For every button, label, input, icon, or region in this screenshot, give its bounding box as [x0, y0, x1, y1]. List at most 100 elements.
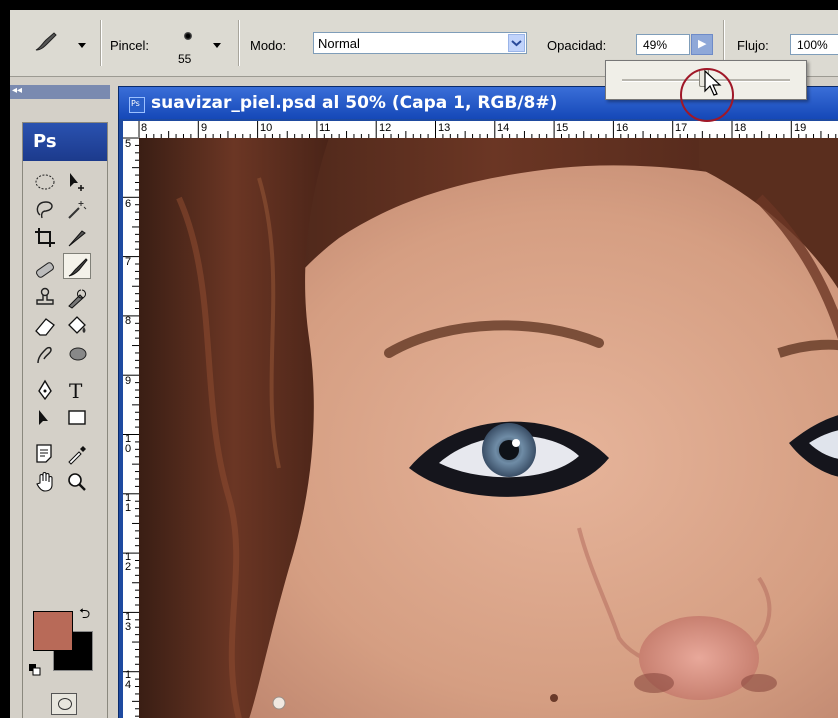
mode-select[interactable]: Normal [313, 32, 527, 54]
ruler-label: 13 [125, 611, 132, 633]
ps-logo-text: Ps [33, 131, 57, 152]
slice-tool[interactable] [63, 225, 91, 251]
magic-wand-tool[interactable] [63, 197, 91, 223]
flow-label: Flujo: [737, 38, 769, 53]
collapse-icon: ◂◂ [12, 85, 23, 96]
path-arrow-icon [39, 410, 48, 425]
foreground-color-swatch[interactable] [33, 611, 73, 651]
eyedropper-tool[interactable] [63, 441, 91, 467]
ruler-label: 5 [125, 138, 132, 150]
brush-size: 55 [178, 52, 192, 66]
notes-tool[interactable] [31, 441, 59, 467]
eraser-tool[interactable] [31, 313, 59, 339]
ruler-label: 8 [141, 122, 148, 134]
magic-wand-icon [68, 201, 87, 219]
tool-preset-dropdown-icon[interactable] [78, 43, 86, 48]
lasso-icon [36, 201, 53, 219]
brush-tool-preset-icon[interactable] [32, 30, 58, 57]
vertical-ruler[interactable]: 5 6 7 8 9 10 11 12 13 14 [123, 138, 139, 718]
ruler-label: 17 [675, 122, 688, 134]
move-tool[interactable] [63, 169, 91, 195]
opacity-value: 49% [643, 38, 668, 52]
horizontal-ruler[interactable]: 8 9 10 11 12 13 14 15 16 17 18 19 [139, 121, 838, 138]
ruler-label: 7 [125, 256, 132, 268]
ruler-label: 6 [125, 198, 132, 210]
stamp-icon [36, 287, 54, 305]
note-icon [36, 444, 52, 463]
flow-value: 100% [797, 38, 828, 52]
healing-brush-tool[interactable] [31, 257, 59, 283]
history-brush-tool[interactable] [63, 285, 91, 311]
text-tool[interactable]: T [63, 377, 91, 403]
document-window: Ps suavizar_piel.psd al 50% (Capa 1, RGB… [118, 86, 838, 718]
mode-dropdown-button[interactable] [508, 34, 525, 52]
ruler-label: 9 [201, 122, 208, 134]
ruler-label: 14 [497, 122, 510, 134]
toolbox: Ps T ⮌ [22, 122, 108, 718]
paint-bucket-icon [68, 316, 86, 334]
ruler-label: 16 [616, 122, 629, 134]
chevron-down-icon [511, 40, 522, 47]
ps-logo[interactable]: Ps [23, 123, 107, 161]
history-brush-icon [68, 289, 86, 309]
smudge-finger-icon [37, 346, 52, 364]
triangle-right-icon: ▶ [698, 38, 707, 50]
dodge-icon [69, 347, 87, 361]
rectangle-icon [68, 410, 86, 425]
ruler-label: 14 [125, 669, 132, 691]
opacity-input[interactable]: 49% [636, 34, 690, 55]
psd-file-icon: Ps [129, 97, 145, 113]
zoom-tool[interactable] [63, 469, 91, 495]
smudge-tool[interactable] [31, 341, 59, 367]
paint-bucket-tool[interactable] [63, 313, 91, 339]
type-t-icon: T [69, 379, 83, 401]
eyedropper-icon [68, 446, 86, 465]
crop-tool[interactable] [31, 225, 59, 251]
slice-knife-icon [68, 230, 86, 247]
separator [100, 20, 102, 66]
hand-tool[interactable] [31, 469, 59, 495]
default-colors-icon[interactable] [29, 661, 41, 676]
pen-icon [38, 379, 52, 401]
ruler-label: 9 [125, 375, 132, 387]
toolbox-collapse-bar[interactable]: ◂◂ [10, 85, 110, 99]
hand-icon [36, 472, 53, 492]
swap-colors-icon[interactable]: ⮌ [79, 603, 90, 627]
ruler-label: 12 [379, 122, 392, 134]
ruler-label: 11 [319, 122, 331, 134]
mode-label: Modo: [250, 38, 287, 53]
rectangle-tool[interactable] [63, 405, 91, 431]
ruler-label: 10 [260, 122, 273, 134]
flow-input[interactable]: 100% [790, 34, 838, 55]
ellipse-marquee-icon [35, 174, 55, 190]
ruler-label: 15 [556, 122, 569, 134]
face-photo [139, 138, 838, 718]
ruler-label: 13 [438, 122, 451, 134]
clone-stamp-tool[interactable] [31, 285, 59, 311]
mode-value: Normal [318, 36, 360, 51]
opacity-label: Opacidad: [547, 38, 607, 53]
magnifier-icon [68, 473, 86, 491]
brush-icon [68, 258, 88, 277]
document-title: suavizar_piel.psd al 50% (Capa 1, RGB/8#… [151, 93, 558, 113]
ruler-label: 19 [794, 122, 807, 134]
eraser-icon [35, 318, 55, 336]
crop-icon [35, 228, 55, 247]
lasso-tool[interactable] [31, 197, 59, 223]
mouse-cursor-icon [704, 69, 724, 102]
opacity-slider-button[interactable]: ▶ [691, 34, 713, 55]
ruler-origin[interactable] [123, 121, 139, 138]
dodge-tool[interactable] [63, 341, 91, 367]
pen-tool[interactable] [31, 377, 59, 403]
brush-preview-icon[interactable] [184, 32, 192, 40]
brush-dropdown-icon[interactable] [213, 43, 221, 48]
path-selection-tool[interactable] [31, 405, 59, 431]
quick-mask-button[interactable] [51, 693, 77, 715]
photo-canvas[interactable] [139, 138, 838, 718]
elliptical-marquee-tool[interactable] [31, 169, 59, 195]
quick-mask-icon [58, 698, 72, 710]
separator [238, 20, 240, 66]
ruler-label: 8 [125, 315, 132, 327]
brush-tool[interactable] [63, 253, 91, 279]
ruler-label: 11 [125, 492, 132, 514]
